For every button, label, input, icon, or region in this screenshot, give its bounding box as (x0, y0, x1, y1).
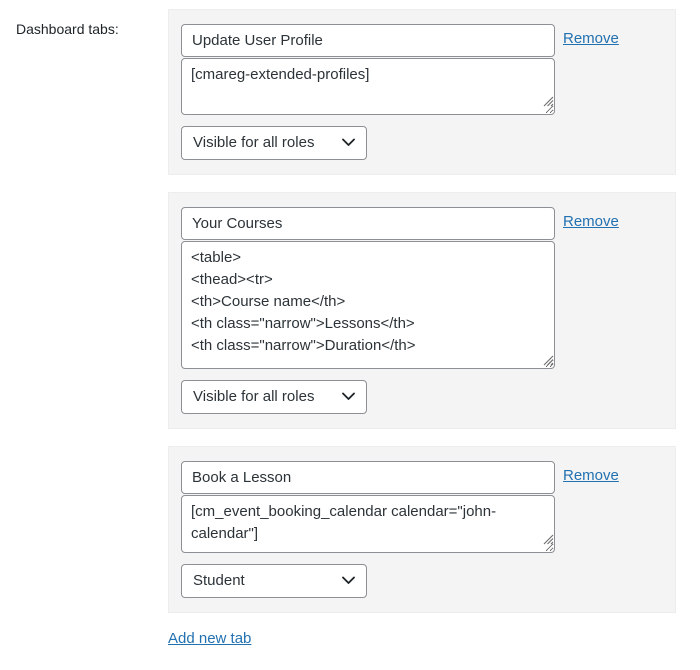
dashboard-tabs-list: Remove [cmareg-extended-profiles] Visibl… (168, 9, 676, 648)
tab-shortcode-wrap: <table> <thead><tr> <th>Course name</th>… (181, 241, 557, 369)
tab-shortcode-textarea[interactable]: <table> <thead><tr> <th>Course name</th>… (181, 241, 555, 369)
dashboard-tabs-settings-page: Dashboard tabs: Remove [cmareg-extended-… (0, 0, 700, 670)
tab-shortcode-wrap: [cm_event_booking_calendar calendar="joh… (181, 495, 557, 553)
tab-shortcode-textarea[interactable]: [cmareg-extended-profiles] (181, 58, 555, 115)
tab-title-input[interactable] (181, 461, 555, 494)
tab-panel: Remove [cmareg-extended-profiles] Visibl… (168, 9, 676, 175)
tab-role-select[interactable]: Visible for all rolesStudentTeacherAdmin… (181, 126, 367, 160)
tab-role-select[interactable]: Visible for all rolesStudentTeacherAdmin… (181, 380, 367, 414)
tab-title-input[interactable] (181, 207, 555, 240)
tab-shortcode-wrap: [cmareg-extended-profiles] (181, 58, 557, 115)
tab-role-select-wrap: Visible for all rolesStudentTeacherAdmin… (181, 380, 367, 414)
tab-title-row: Remove (181, 461, 663, 494)
tab-panel: Remove <table> <thead><tr> <th>Course na… (168, 192, 676, 429)
tab-shortcode-textarea[interactable]: [cm_event_booking_calendar calendar="joh… (181, 495, 555, 553)
tab-panel: Remove [cm_event_booking_calendar calend… (168, 446, 676, 613)
tab-title-input[interactable] (181, 24, 555, 57)
page-title: Dashboard tabs: (16, 21, 119, 37)
tab-role-select-wrap: Visible for all rolesStudentTeacherAdmin… (181, 564, 367, 598)
remove-tab-link[interactable]: Remove (563, 30, 619, 47)
add-new-tab-link[interactable]: Add new tab (168, 630, 251, 647)
add-new-tab-wrap: Add new tab (168, 630, 676, 648)
tab-title-row: Remove (181, 24, 663, 57)
remove-tab-link[interactable]: Remove (563, 213, 619, 230)
tab-role-select-wrap: Visible for all rolesStudentTeacherAdmin… (181, 126, 367, 160)
tab-role-select[interactable]: Visible for all rolesStudentTeacherAdmin… (181, 564, 367, 598)
tab-title-row: Remove (181, 207, 663, 240)
remove-tab-link[interactable]: Remove (563, 467, 619, 484)
